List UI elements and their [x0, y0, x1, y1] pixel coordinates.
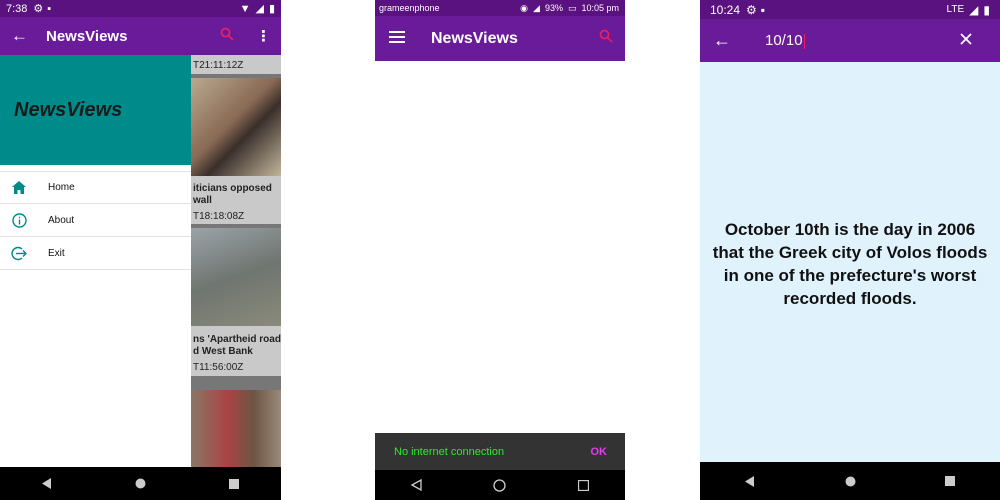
signal-icon: ◢ [255, 3, 264, 15]
network-type: LTE [946, 4, 965, 15]
search-input[interactable]: 10/10 [765, 32, 805, 49]
back-arrow-icon[interactable]: ← [11, 26, 28, 46]
overflow-menu-icon[interactable]: ⋮ [256, 27, 271, 45]
system-nav-bar [700, 462, 1000, 500]
nav-back-icon[interactable] [730, 465, 770, 497]
snackbar-message: No internet connection [394, 445, 505, 458]
search-bar: ← 10/10 [700, 19, 1000, 62]
battery-icon: ▮ [268, 3, 275, 15]
battery-percent: 93% [544, 3, 563, 13]
feed-title: ns 'Apartheid road' [193, 334, 281, 345]
status-bar: 7:38 ⚙ ▪ ▼ ◢ ▮ [0, 0, 281, 17]
sd-card-icon: ▪ [760, 2, 766, 17]
system-nav-bar [375, 470, 625, 500]
signal-icon: ◢ [969, 2, 979, 17]
drawer-item-home[interactable]: Home [0, 171, 191, 204]
settings-status-icon: ⚙ [746, 2, 757, 17]
feed-timestamp: T21:11:12Z [193, 60, 244, 71]
sd-card-icon: ▪ [47, 2, 52, 15]
app-title: NewsViews [46, 27, 128, 45]
system-nav-bar [0, 467, 281, 500]
nav-recents-icon[interactable] [563, 469, 603, 500]
nav-home-icon[interactable] [480, 469, 520, 500]
search-input-value: 10/10 [765, 32, 803, 49]
status-time: 7:38 [6, 2, 28, 15]
carrier-name: grameenphone [379, 3, 440, 13]
feed-image [191, 228, 281, 326]
home-icon [10, 179, 28, 197]
fact-line: in one of the prefecture's worst [723, 266, 977, 285]
drawer-item-exit[interactable]: Exit [0, 237, 191, 270]
drawer-item-about[interactable]: About [0, 204, 191, 237]
feed-title: d West Bank [193, 346, 253, 357]
feed-image [191, 390, 281, 467]
eye-status-icon: ◉ [520, 2, 529, 13]
snackbar: No internet connection OK [375, 433, 625, 470]
screen-search-fact: 10:24 ⚙ ▪ LTE ◢ ▮ ← 10/10 October 10th i… [700, 0, 1000, 500]
search-icon[interactable] [599, 29, 613, 48]
nav-back-icon[interactable] [27, 468, 67, 500]
nav-home-icon[interactable] [120, 468, 160, 500]
hamburger-menu-icon[interactable] [389, 30, 405, 48]
info-icon [10, 211, 28, 229]
drawer-header: NewsViews [0, 55, 191, 165]
screen-offline: grameenphone ◉ ◢ 93% ▭ 10:05 pm NewsView… [375, 0, 625, 500]
back-arrow-icon[interactable]: ← [713, 30, 731, 51]
settings-status-icon: ⚙ [33, 3, 44, 15]
app-bar: NewsViews [375, 16, 625, 61]
feed-title: iticians opposed [193, 183, 272, 194]
app-bar: ← NewsViews ⋮ [0, 17, 281, 55]
fact-text: October 10th is the day in 2006 that the… [700, 218, 1000, 310]
snackbar-ok-button[interactable]: OK [591, 446, 608, 458]
battery-icon: ▭ [567, 2, 577, 13]
status-bar: grameenphone ◉ ◢ 93% ▭ 10:05 pm [375, 0, 625, 16]
screen-news-drawer: 7:38 ⚙ ▪ ▼ ◢ ▮ ← NewsViews ⋮ T21:11:12Z … [0, 0, 281, 500]
feed-image [191, 78, 281, 176]
nav-back-icon[interactable] [397, 469, 437, 500]
drawer-item-label: Exit [48, 247, 65, 259]
drawer-item-label: About [48, 214, 75, 226]
nav-home-icon[interactable] [830, 465, 870, 497]
app-title: NewsViews [431, 29, 518, 47]
search-icon[interactable] [220, 27, 234, 46]
feed-title: wall [193, 195, 212, 206]
status-bar: 10:24 ⚙ ▪ LTE ◢ ▮ [700, 0, 1000, 19]
text-cursor [803, 33, 805, 49]
close-icon[interactable] [960, 32, 972, 50]
status-time: 10:05 pm [581, 3, 619, 13]
nav-recents-icon[interactable] [930, 465, 970, 497]
fact-line: recorded floods. [783, 289, 917, 308]
drawer-item-label: Home [48, 182, 75, 193]
wifi-icon: ▼ [239, 2, 251, 15]
navigation-drawer: NewsViews Home About Exit [0, 55, 191, 467]
feed-timestamp: T18:18:08Z [193, 211, 245, 222]
fact-line: October 10th is the day in 2006 [724, 220, 976, 239]
fact-line: that the Greek city of Volos floods [712, 243, 988, 262]
exit-icon [10, 244, 28, 262]
feed-timestamp: T11:56:00Z [193, 362, 244, 373]
drawer-title: NewsViews [14, 98, 123, 121]
nav-recents-icon[interactable] [214, 468, 254, 500]
battery-icon: ▮ [983, 2, 990, 17]
signal-icon: ◢ [533, 2, 540, 13]
status-time: 10:24 [710, 2, 741, 17]
